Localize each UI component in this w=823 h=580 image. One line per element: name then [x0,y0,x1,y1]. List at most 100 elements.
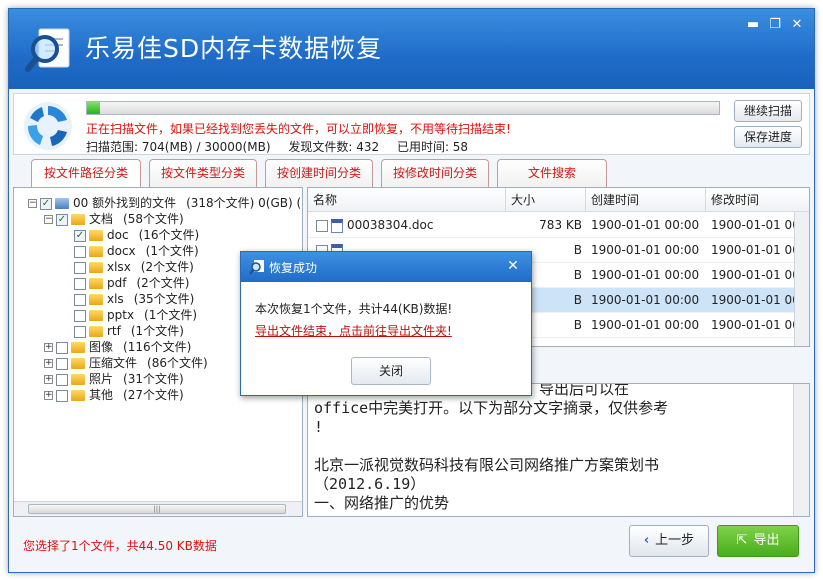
dialog-close-button[interactable]: 关闭 [351,357,431,385]
file-modified: 1900-01-01 00:0 [711,243,794,257]
file-name: 00038304.doc [347,218,434,232]
expand-icon[interactable]: + [44,375,53,384]
tree-item-label: 照片 [89,372,114,386]
tree-item-label: 压缩文件 [89,356,138,370]
file-created: 1900-01-01 00:00 [591,293,700,307]
checkbox[interactable] [56,341,68,354]
folder-icon [89,262,103,273]
checkbox[interactable]: ✓ [56,213,68,226]
table-row[interactable]: 00038304.doc 783 KB 1900-01-01 00:00 1900-0… [308,213,794,238]
list-vertical-scrollbar[interactable] [794,212,809,346]
close-icon[interactable]: ✕ [786,15,808,35]
dialog-close-icon[interactable]: ✕ [503,256,523,276]
tree-item-count: (2个文件) [140,260,194,274]
tree-item-group[interactable]: + 照片 (31个文件) [44,371,184,387]
word-document-icon [331,218,343,233]
tree-item-count: (31个文件) [123,372,184,386]
drive-icon [55,198,69,209]
tab-by-created[interactable]: 按创建时间分类 [265,159,373,187]
tree-item-docx[interactable]: docx (1个文件) [74,243,199,259]
app-title: 乐易佳SD内存卡数据恢复 [85,34,383,63]
tree-item-group[interactable]: + 其他 (27个文件) [44,387,184,403]
file-created: 1900-01-01 00:00 [591,243,700,257]
tree-item-pdf[interactable]: pdf (2个文件) [74,275,189,291]
checkbox[interactable] [316,219,328,232]
collapse-icon[interactable]: − [28,199,37,208]
tree-item-pptx[interactable]: pptx (1个文件) [74,307,197,323]
preview-scrollbar[interactable] [793,384,809,516]
restore-icon[interactable]: ❐ [764,15,786,35]
tree-item-count: (1个文件) [144,308,198,322]
file-created: 1900-01-01 00:00 [591,218,700,232]
tree-horizontal-scrollbar[interactable]: ||| [14,501,302,516]
checkbox[interactable] [56,389,68,402]
column-header-modified[interactable]: 修改时间 [706,188,809,212]
tree-item-rtf[interactable]: rtf (1个文件) [74,323,184,339]
open-export-folder-link[interactable]: 导出文件结束，点击前往导出文件夹! [255,322,452,339]
checkbox[interactable]: ✓ [40,197,52,210]
folder-icon [71,390,85,401]
preview-line: office中完美打开。以下为部分文字摘录，仅供参考 [314,399,669,417]
expand-icon[interactable]: + [44,343,53,352]
files-found: 发现文件数: 432 [288,140,380,154]
tree-item-group[interactable]: + 图像 (116个文件) [44,339,191,355]
expand-icon[interactable]: + [44,391,53,400]
scrollbar-thumb[interactable]: ||| [28,504,286,514]
preview-line: ! [314,418,324,436]
save-progress-button[interactable]: 保存进度 [734,126,802,148]
preview-line: （2012.6.19） [314,475,426,493]
tree-item-label: 图像 [89,340,114,354]
scan-status-panel: 正在扫描文件，如果已经找到您丢失的文件，可以立即恢复，不用等待扫描结束! 扫描范… [13,93,810,155]
tree-root[interactable]: − ✓ 00 额外找到的文件 (318个文件) 0(GB) ( [28,195,301,211]
folder-icon [89,326,103,337]
recovery-swirl-icon [24,102,72,150]
folder-icon [71,214,85,225]
back-button[interactable]: ‹ 上一步 [629,525,709,557]
tab-file-search[interactable]: 文件搜索 [497,159,607,187]
checkbox[interactable] [56,373,68,386]
magnifier-logo-icon [25,28,70,72]
tree-item-xls[interactable]: xls (35个文件) [74,291,194,307]
checkbox[interactable] [74,309,86,322]
tree-item-label: doc [107,228,129,242]
tab-by-type[interactable]: 按文件类型分类 [149,159,257,187]
continue-scan-button[interactable]: 继续扫描 [734,100,802,122]
checkbox[interactable] [74,325,86,338]
tree-item-doc[interactable]: ✓ doc (16个文件) [74,227,199,243]
back-button-label: 上一步 [655,533,695,548]
tab-by-modified[interactable]: 按修改时间分类 [381,159,489,187]
tree-item-label: pdf [107,276,127,290]
checkbox[interactable] [74,261,86,274]
tree-item-group[interactable]: + 压缩文件 (86个文件) [44,355,208,371]
tree-item-count: (1个文件) [130,324,184,338]
preview-line: 北京一派视觉数码科技有限公司网络推广方案策划书 [314,456,660,474]
column-header-size[interactable]: 大小 [506,188,586,212]
tree-item-count: (27个文件) [123,388,184,402]
checkbox[interactable]: ✓ [74,229,86,242]
checkbox[interactable] [74,293,86,306]
tree-item-docs[interactable]: − ✓ 文档 (58个文件) [44,211,184,227]
checkbox[interactable] [74,245,86,258]
checkbox[interactable] [56,357,68,370]
minimize-icon[interactable]: ▬ [742,15,764,35]
tree-item-label: 文档 [89,212,114,226]
collapse-icon[interactable]: − [44,215,53,224]
selection-status: 您选择了1个文件，共44.50 KB数据 [23,539,217,553]
tree-item-count: (58个文件) [123,212,184,226]
file-modified: 1900-01-01 00:0 [711,268,794,282]
folder-icon [89,294,103,305]
column-header-created[interactable]: 创建时间 [586,188,706,212]
export-button[interactable]: ⇱ 导出 [717,525,799,557]
dialog-title-bar: 恢复成功 ✕ [241,252,531,282]
tree-item-count: (35个文件) [133,292,195,306]
tree-item-xlsx[interactable]: xlsx (2个文件) [74,259,194,275]
tab-by-path[interactable]: 按文件路径分类 [31,159,141,188]
tree-root-count: (318个文件) 0(GB) ( [186,196,302,210]
expand-icon[interactable]: + [44,359,53,368]
folder-icon [89,310,103,321]
column-header-name[interactable]: 名称 [308,188,506,212]
tree-item-count: (116个文件) [123,340,192,354]
folder-icon [71,374,85,385]
tree-item-label: rtf [107,324,121,338]
checkbox[interactable] [74,277,86,290]
